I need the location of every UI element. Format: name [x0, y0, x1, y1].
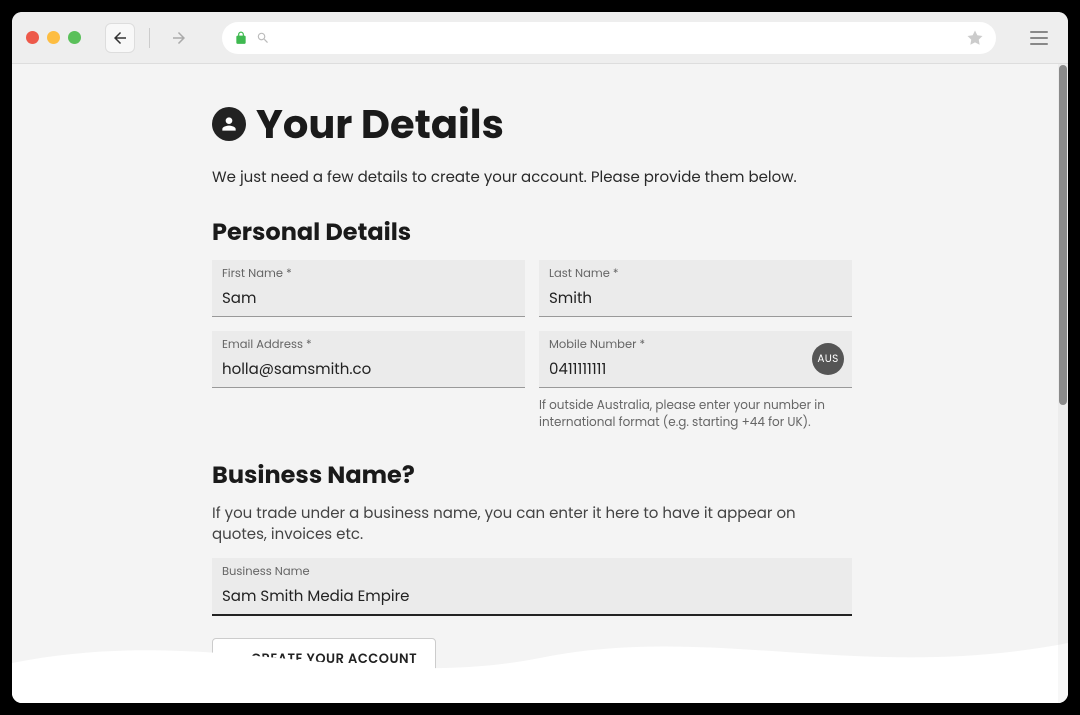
- personal-form-grid: First Name * Last Name * Email Address *…: [212, 260, 852, 432]
- page-content: Your Details We just need a few details …: [212, 64, 852, 680]
- person-icon: [212, 107, 246, 141]
- scrollbar-thumb[interactable]: [1059, 65, 1067, 405]
- url-bar[interactable]: [222, 22, 996, 54]
- menu-button[interactable]: [1024, 23, 1054, 53]
- last-name-input[interactable]: [549, 287, 842, 310]
- content-frame: Your Details We just need a few details …: [12, 64, 1068, 703]
- arrow-left-icon: [111, 29, 129, 47]
- business-description: If you trade under a business name, you …: [212, 503, 852, 547]
- hamburger-icon: [1030, 31, 1048, 33]
- mobile-input[interactable]: [549, 358, 802, 381]
- last-name-field[interactable]: Last Name *: [539, 260, 852, 317]
- email-label: Email Address *: [222, 337, 515, 354]
- first-name-input[interactable]: [222, 287, 515, 310]
- business-name-heading: Business Name?: [212, 458, 852, 493]
- arrow-right-icon: [170, 29, 188, 47]
- browser-window: Your Details We just need a few details …: [12, 12, 1068, 703]
- email-field[interactable]: Email Address *: [212, 331, 525, 388]
- first-name-label: First Name *: [222, 266, 515, 283]
- page-header: Your Details: [212, 94, 852, 154]
- personal-details-heading: Personal Details: [212, 215, 852, 250]
- footer-wave: [12, 613, 1068, 703]
- last-name-label: Last Name *: [549, 266, 842, 283]
- back-button[interactable]: [105, 23, 135, 53]
- nav-separator: [149, 28, 150, 48]
- browser-chrome: [12, 12, 1068, 64]
- mobile-field[interactable]: Mobile Number * AUS: [539, 331, 852, 388]
- forward-button[interactable]: [164, 23, 194, 53]
- search-icon: [256, 31, 270, 45]
- star-icon[interactable]: [966, 29, 984, 47]
- page-subtitle: We just need a few details to create you…: [212, 166, 852, 189]
- window-minimize-icon[interactable]: [47, 31, 60, 44]
- page-title: Your Details: [256, 94, 504, 154]
- email-input[interactable]: [222, 358, 515, 381]
- mobile-hint: If outside Australia, please enter your …: [539, 398, 852, 432]
- business-name-input[interactable]: [222, 585, 842, 608]
- scrollbar[interactable]: [1058, 64, 1068, 703]
- mobile-label: Mobile Number *: [549, 337, 842, 354]
- first-name-field[interactable]: First Name *: [212, 260, 525, 317]
- business-name-field[interactable]: Business Name: [212, 558, 852, 616]
- window-maximize-icon[interactable]: [68, 31, 81, 44]
- country-chip[interactable]: AUS: [812, 343, 844, 375]
- window-close-icon[interactable]: [26, 31, 39, 44]
- lock-icon: [234, 31, 248, 45]
- business-name-label: Business Name: [222, 564, 842, 581]
- traffic-lights: [26, 31, 81, 44]
